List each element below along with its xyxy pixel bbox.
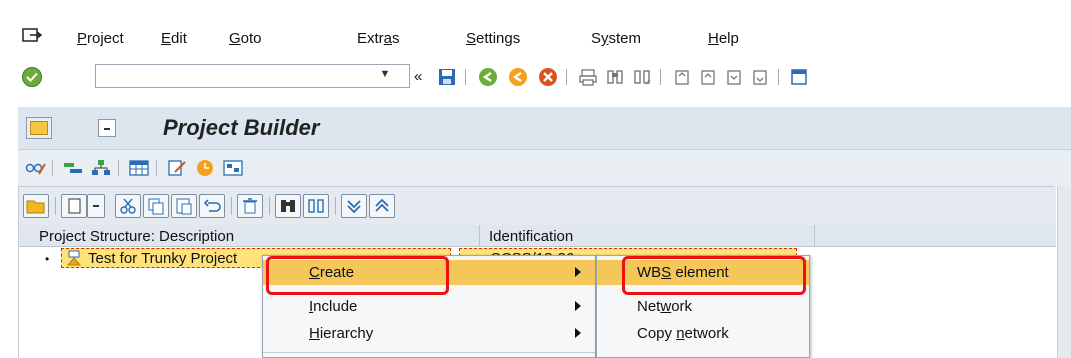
first-page-icon[interactable] — [672, 67, 692, 87]
menu-system[interactable]: System — [591, 30, 641, 47]
toolbar-separator — [465, 69, 466, 85]
new-object-dropdown-icon[interactable] — [87, 194, 105, 218]
standard-toolbar: ▼ « — [0, 56, 1071, 98]
system-menu-icon[interactable] — [22, 28, 42, 42]
column-header-description[interactable]: Project Structure: Description — [39, 228, 234, 245]
project-builder-menu-icon[interactable] — [26, 117, 52, 139]
page-title: Project Builder — [163, 115, 320, 140]
submenu-arrow-icon — [575, 267, 581, 277]
toolbar-separator — [52, 160, 53, 176]
cancel-icon[interactable] — [538, 67, 558, 87]
new-session-icon[interactable] — [790, 67, 810, 87]
tree-bullet: • — [45, 252, 50, 266]
menu-bar: Project Edit Goto Extras Settings System… — [0, 0, 1071, 56]
toolbar-separator — [55, 197, 56, 215]
paste-icon[interactable] — [171, 194, 197, 218]
command-field[interactable] — [95, 64, 410, 88]
undo-icon[interactable] — [199, 194, 225, 218]
callout-wbs-element — [622, 256, 806, 295]
delete-icon[interactable] — [237, 194, 263, 218]
toolbar-separator — [778, 69, 779, 85]
find-icon[interactable] — [605, 67, 625, 87]
menu-extras[interactable]: Extras — [357, 30, 400, 47]
collapse-icon[interactable] — [369, 194, 395, 218]
hierarchy-graphic-icon[interactable] — [90, 158, 112, 178]
menu-item-copy-network[interactable]: Copy network — [597, 321, 809, 346]
title-dropdown-icon[interactable] — [98, 119, 116, 137]
menu-goto[interactable]: Goto — [229, 30, 262, 47]
menu-item-include[interactable]: Include — [263, 294, 595, 319]
menu-divider — [263, 352, 595, 353]
column-divider — [479, 225, 480, 247]
table-layout-icon[interactable] — [128, 158, 150, 178]
last-page-icon[interactable] — [750, 67, 770, 87]
new-object-icon[interactable] — [61, 194, 87, 218]
find-next-icon[interactable] — [303, 194, 329, 218]
back-icon[interactable] — [478, 67, 498, 87]
column-divider — [814, 225, 815, 247]
structure-overview-icon[interactable] — [62, 158, 84, 178]
toolbar-separator — [156, 160, 157, 176]
menu-edit[interactable]: Edit — [161, 30, 187, 47]
clock-icon[interactable] — [194, 158, 216, 178]
save-icon[interactable] — [437, 67, 457, 87]
toolbar-separator — [660, 69, 661, 85]
submenu-arrow-icon — [575, 301, 581, 311]
column-header-identification[interactable]: Identification — [489, 228, 573, 245]
tree-toolbar — [19, 187, 1056, 225]
menu-item-hierarchy[interactable]: Hierarchy — [263, 321, 595, 346]
toolbar-separator — [335, 197, 336, 215]
copy-icon[interactable] — [143, 194, 169, 218]
expand-icon[interactable] — [341, 194, 367, 218]
toolbar-separator — [269, 197, 270, 215]
history-chevron-icon[interactable]: « — [414, 68, 422, 85]
cut-icon[interactable] — [115, 194, 141, 218]
menu-help[interactable]: Help — [708, 30, 739, 47]
menu-item-network[interactable]: Network — [597, 294, 809, 319]
previous-page-icon[interactable] — [698, 67, 718, 87]
open-folder-icon[interactable] — [23, 194, 49, 218]
project-icon — [66, 250, 82, 266]
edit-document-icon[interactable] — [166, 158, 188, 178]
command-dropdown-icon[interactable]: ▼ — [370, 68, 400, 84]
exit-icon[interactable] — [508, 67, 528, 87]
project-description: Test for Trunky Project — [88, 250, 238, 267]
menu-project[interactable]: Project — [77, 30, 124, 47]
glasses-edit-icon[interactable] — [24, 158, 46, 178]
next-page-icon[interactable] — [724, 67, 744, 87]
print-icon[interactable] — [578, 67, 598, 87]
find-next-icon[interactable] — [632, 67, 652, 87]
callout-create — [266, 256, 449, 295]
table-header: Project Structure: Description Identific… — [19, 225, 1056, 247]
toolbar-separator — [118, 160, 119, 176]
toolbar-separator — [231, 197, 232, 215]
submenu-arrow-icon — [575, 328, 581, 338]
find-icon[interactable] — [275, 194, 301, 218]
toolbar-separator — [566, 69, 567, 85]
application-toolbar — [18, 150, 1071, 186]
settings-grid-icon[interactable] — [222, 158, 244, 178]
vertical-scrollbar[interactable] — [1057, 186, 1071, 358]
menu-settings[interactable]: Settings — [466, 30, 520, 47]
title-area: Project Builder — [18, 107, 1071, 150]
enter-check-icon[interactable] — [22, 67, 42, 87]
